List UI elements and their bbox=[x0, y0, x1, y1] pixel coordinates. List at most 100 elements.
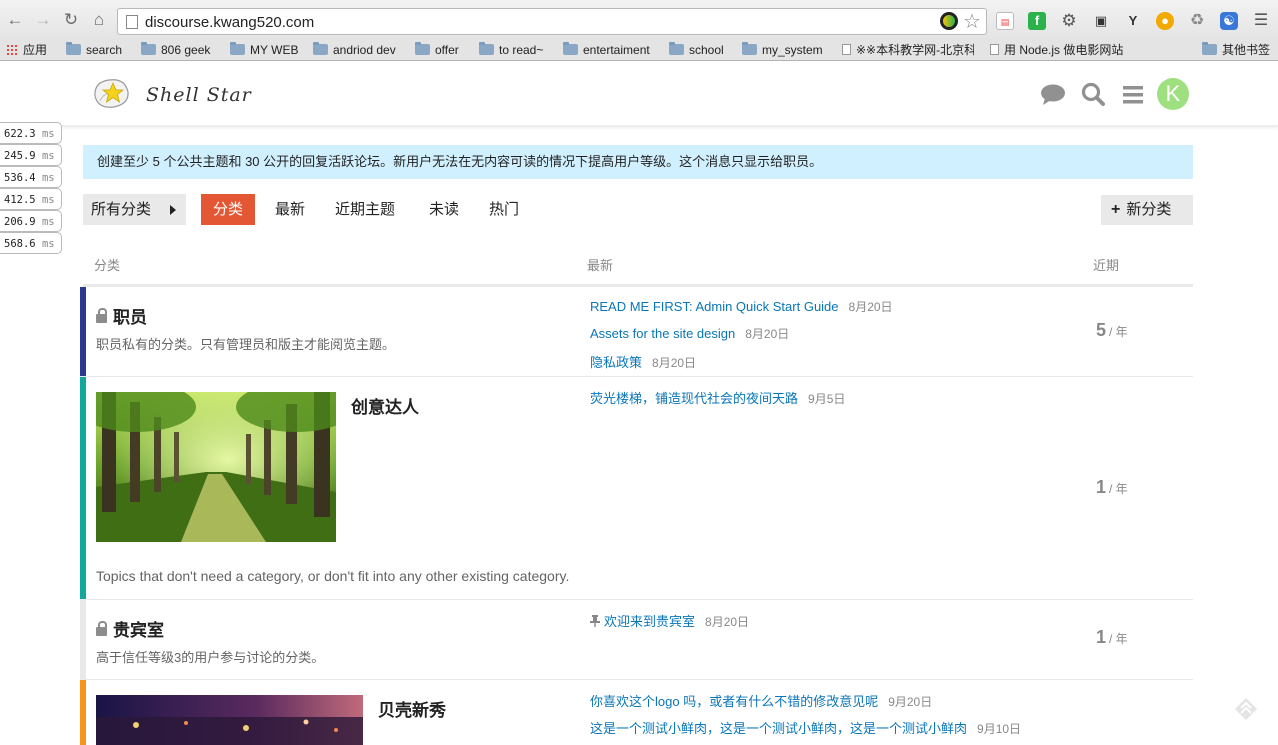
category-row: 贝壳新秀 你喜欢这个logo 吗，或者有什么不错的修改意见呢 9月20日 这是一个… bbox=[80, 680, 1193, 745]
bookmark-folder[interactable]: MY WEB bbox=[230, 42, 298, 59]
all-categories-dropdown[interactable]: 所有分类 bbox=[83, 194, 186, 225]
pin-icon bbox=[590, 615, 600, 627]
bookmark-folder[interactable]: andriod dev bbox=[313, 42, 396, 59]
staff-notice-banner: 创建至少 5 个公共主题和 30 公开的回复活跃论坛。新用户无法在无内容可读的情… bbox=[83, 145, 1193, 179]
home-icon[interactable]: ⌂ bbox=[89, 10, 109, 30]
forward-icon[interactable]: → bbox=[33, 10, 53, 30]
extension-translate-icon[interactable]: ☯ bbox=[1220, 12, 1238, 30]
perf-timing[interactable]: 568.6 ms bbox=[0, 232, 62, 254]
topics-per-year: 5/ 年 bbox=[1096, 320, 1128, 340]
topic-date: 9月5日 bbox=[808, 392, 846, 406]
extension-feedly-icon[interactable]: f bbox=[1028, 12, 1046, 30]
plus-icon: + bbox=[1111, 201, 1121, 218]
extension-icon[interactable] bbox=[940, 12, 958, 30]
folder-icon bbox=[230, 42, 245, 55]
latest-topic: 荧光楼梯，铺造现代社会的夜间天路 9月5日 bbox=[590, 388, 845, 407]
folder-icon bbox=[313, 42, 328, 55]
category-title[interactable]: 创意达人 bbox=[351, 393, 419, 418]
topic-link[interactable]: 隐私政策 bbox=[590, 355, 642, 370]
bookmark-folder[interactable]: search bbox=[66, 42, 122, 59]
bookmark-folder[interactable]: entertaiment bbox=[563, 42, 650, 59]
latest-topic: 你喜欢这个logo 吗，或者有什么不错的修改意见呢 9月20日 bbox=[590, 691, 932, 710]
recycle-icon[interactable]: ♻ bbox=[1188, 12, 1206, 30]
topic-date: 8月20日 bbox=[745, 327, 790, 341]
bookmark-folder[interactable]: to read~ bbox=[479, 42, 543, 59]
lock-icon bbox=[96, 621, 107, 636]
extension-fruit-icon[interactable]: ● bbox=[1156, 12, 1174, 30]
column-header-recent[interactable]: 近期 bbox=[1093, 255, 1119, 274]
category-color-bar bbox=[80, 377, 86, 599]
tab-categories[interactable]: 分类 bbox=[201, 194, 256, 225]
topic-link[interactable]: 欢迎来到贵宾室 bbox=[604, 614, 695, 629]
reload-icon[interactable]: ↻ bbox=[61, 10, 81, 30]
perf-timing[interactable]: 536.4 ms bbox=[0, 166, 62, 188]
hamburger-menu-icon[interactable] bbox=[1118, 80, 1148, 110]
category-row: 职员 职员私有的分类。只有管理员和版主才能阅览主题。 READ ME FIRST… bbox=[80, 287, 1193, 377]
lock-icon bbox=[96, 308, 107, 323]
folder-icon bbox=[415, 42, 430, 55]
bookmark-folder[interactable]: 806 geek bbox=[141, 42, 210, 59]
topic-date: 8月20日 bbox=[652, 356, 697, 370]
perf-timing[interactable]: 622.3 ms bbox=[0, 122, 62, 144]
menu-icon[interactable]: ☰ bbox=[1252, 12, 1270, 30]
topic-link[interactable]: 你喜欢这个logo 吗，或者有什么不错的修改意见呢 bbox=[590, 694, 878, 709]
topic-date: 9月20日 bbox=[888, 695, 933, 709]
bookmark-star-icon[interactable]: ☆ bbox=[963, 9, 981, 34]
column-header-latest[interactable]: 最新 bbox=[587, 255, 613, 274]
extension-screen-icon[interactable]: ▣ bbox=[1092, 12, 1110, 30]
page-icon bbox=[990, 44, 999, 55]
bookmark-folder[interactable]: offer bbox=[415, 42, 459, 59]
scroll-progress-icon[interactable] bbox=[1234, 697, 1258, 721]
tab-unread[interactable]: 未读 bbox=[417, 194, 471, 225]
perf-timing[interactable]: 206.9 ms bbox=[0, 210, 62, 232]
category-color-bar bbox=[80, 287, 86, 376]
user-avatar[interactable]: K bbox=[1157, 78, 1189, 110]
category-title[interactable]: 职员 bbox=[96, 303, 147, 328]
bookmarks-bar: 应用 search 806 geek MY WEB andriod dev of… bbox=[0, 40, 1278, 61]
page-icon bbox=[842, 44, 851, 55]
page-icon bbox=[126, 15, 138, 29]
category-logo-image[interactable] bbox=[96, 392, 336, 542]
url-text[interactable]: discourse.kwang520.com bbox=[145, 14, 314, 31]
latest-topic: 隐私政策 8月20日 bbox=[590, 352, 696, 371]
extension-notes-icon[interactable]: ▤ bbox=[996, 12, 1014, 30]
tab-latest[interactable]: 最新 bbox=[263, 194, 317, 225]
topic-link[interactable]: 这是一个测试小鲜肉，这是一个测试小鲜肉，这是一个测试小鲜肉 bbox=[590, 721, 967, 736]
bookmark-page[interactable]: ※※本科教学网-北京科 bbox=[842, 42, 974, 59]
tab-top[interactable]: 热门 bbox=[477, 194, 531, 225]
search-icon[interactable] bbox=[1078, 80, 1108, 110]
category-description: 职员私有的分类。只有管理员和版主才能阅览主题。 bbox=[96, 337, 396, 352]
tab-recent-topics[interactable]: 近期主题 bbox=[323, 194, 407, 225]
column-header-category[interactable]: 分类 bbox=[94, 255, 120, 274]
topics-per-year: 1/ 年 bbox=[1096, 477, 1128, 497]
bookmark-page[interactable]: 用 Node.js 做电影网站 bbox=[990, 42, 1125, 59]
topic-date: 9月10日 bbox=[977, 722, 1022, 736]
category-title[interactable]: 贝壳新秀 bbox=[378, 696, 446, 721]
new-category-button[interactable]: + 新分类 bbox=[1101, 195, 1193, 225]
topic-link[interactable]: Assets for the site design bbox=[590, 326, 735, 341]
category-logo-image[interactable] bbox=[96, 695, 363, 745]
folder-icon bbox=[669, 42, 684, 55]
performance-panel: 622.3 ms 245.9 ms 536.4 ms 412.5 ms 206.… bbox=[0, 122, 62, 254]
shell-star-logo-icon[interactable] bbox=[92, 76, 130, 110]
perf-timing[interactable]: 245.9 ms bbox=[0, 144, 62, 166]
bookmark-folder[interactable]: my_system bbox=[742, 42, 823, 59]
topic-link[interactable]: 荧光楼梯，铺造现代社会的夜间天路 bbox=[590, 391, 798, 406]
topic-link[interactable]: READ ME FIRST: Admin Quick Start Guide bbox=[590, 299, 839, 314]
bookmark-other[interactable]: 其他书签 bbox=[1202, 42, 1270, 59]
topic-date: 8月20日 bbox=[848, 300, 893, 314]
category-color-bar bbox=[80, 680, 86, 745]
bookmark-apps[interactable]: 应用 bbox=[6, 42, 47, 59]
category-row: 创意达人 Topics that don't need a category, … bbox=[80, 377, 1193, 600]
extension-y-icon[interactable]: Y bbox=[1124, 12, 1142, 30]
address-bar[interactable]: discourse.kwang520.com ☆ bbox=[117, 8, 987, 35]
perf-timing[interactable]: 412.5 ms bbox=[0, 188, 62, 210]
gear-icon[interactable]: ⚙ bbox=[1060, 12, 1078, 30]
bookmark-folder[interactable]: school bbox=[669, 42, 724, 59]
category-title[interactable]: 贵宾室 bbox=[96, 616, 164, 641]
back-icon[interactable]: ← bbox=[5, 10, 25, 30]
category-color-bar bbox=[80, 600, 86, 679]
category-description: 高于信任等级3的用户参与讨论的分类。 bbox=[96, 650, 325, 665]
site-logo-text[interactable]: Shell Star bbox=[146, 84, 252, 106]
chat-icon[interactable] bbox=[1038, 80, 1068, 110]
